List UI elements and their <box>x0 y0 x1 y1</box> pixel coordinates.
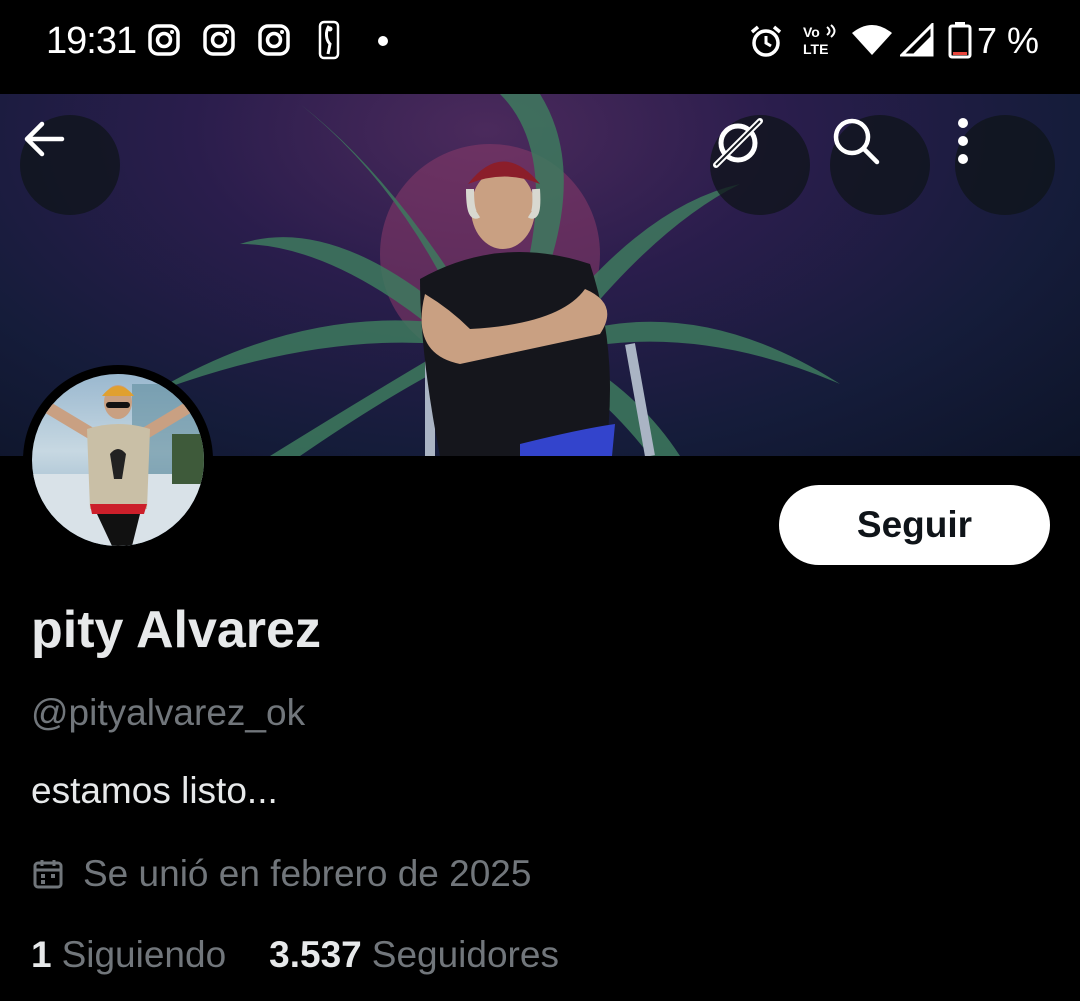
back-button[interactable] <box>20 115 120 215</box>
more-options-button[interactable] <box>955 115 1055 215</box>
followers-label: Seguidores <box>371 934 559 975</box>
volte-icon: Vo LTE <box>803 24 836 57</box>
battery-icon <box>948 22 972 59</box>
instagram-icon <box>203 24 235 56</box>
profile-bio: estamos listo... <box>31 770 278 811</box>
search-icon <box>833 118 880 165</box>
status-time: 19:31 <box>46 20 137 62</box>
status-bar: 19:31 Vo LTE 7 % <box>0 0 1080 94</box>
alarm-icon <box>750 25 782 57</box>
following-link[interactable]: 1 Siguiendo <box>31 934 226 976</box>
wifi-icon <box>852 25 892 55</box>
joined-date: Se unió en febrero de 2025 <box>31 853 531 895</box>
notification-dot <box>378 36 388 46</box>
grok-button[interactable] <box>710 115 810 215</box>
display-name: pity Alvarez <box>31 601 321 659</box>
svg-text:LTE: LTE <box>803 41 828 57</box>
follow-stats: 1 Siguiendo 3.537 Seguidores <box>31 934 602 976</box>
instagram-icon <box>148 24 180 56</box>
instagram-icon <box>258 24 290 56</box>
profile-avatar[interactable] <box>23 365 213 555</box>
followers-link[interactable]: 3.537 Seguidores <box>269 934 559 976</box>
followers-count: 3.537 <box>269 934 362 975</box>
more-vertical-icon <box>958 118 968 164</box>
grok-icon <box>713 118 763 168</box>
following-label: Siguiendo <box>61 934 227 975</box>
following-count: 1 <box>31 934 52 975</box>
signal-icon <box>900 23 934 57</box>
battery-percentage: 7 % <box>977 20 1040 61</box>
calendar-icon <box>33 860 63 889</box>
nba-icon <box>318 20 340 60</box>
search-button[interactable] <box>830 115 930 215</box>
follow-button[interactable]: Seguir <box>779 485 1050 565</box>
joined-text: Se unió en febrero de 2025 <box>83 853 532 894</box>
user-handle: @pityalvarez_ok <box>31 692 306 733</box>
svg-text:Vo: Vo <box>803 24 820 40</box>
avatar-image <box>32 374 204 546</box>
back-arrow-icon <box>24 121 65 157</box>
